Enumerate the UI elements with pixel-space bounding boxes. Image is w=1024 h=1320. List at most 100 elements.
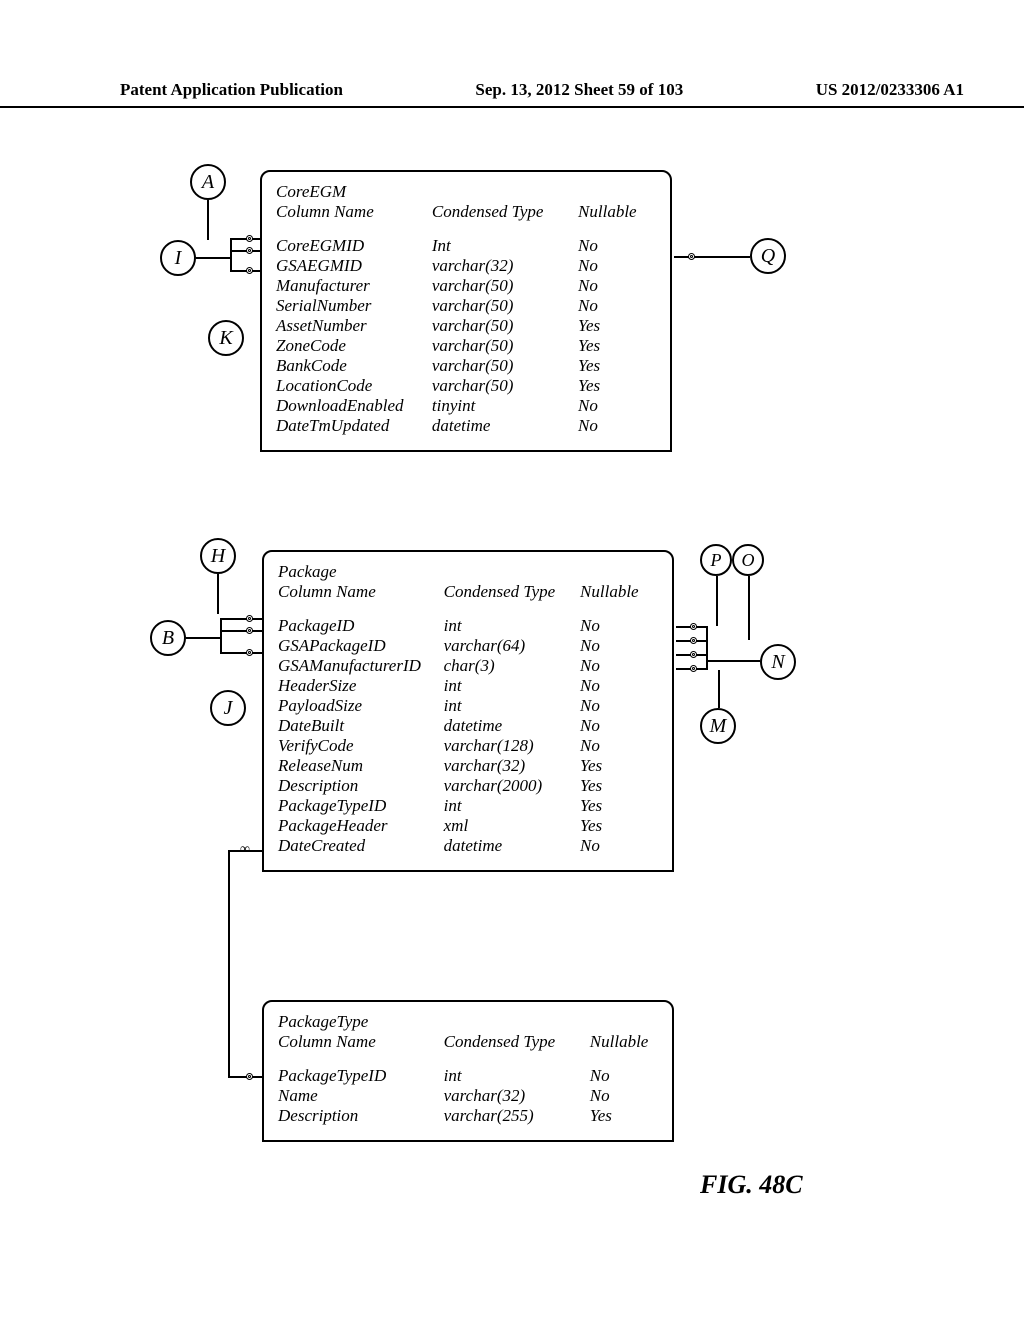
figure-area: CoreEGM Column Name Condensed Type Nulla…: [0, 150, 1024, 1200]
column-header-nullable: Nullable: [580, 582, 658, 602]
connector-line: [220, 652, 262, 654]
connector-line: [228, 1076, 262, 1078]
cell-name: PackageTypeID: [278, 1066, 444, 1086]
table-row: BankCodevarchar(50)Yes: [276, 356, 656, 376]
connector-bubble-k: K: [208, 320, 244, 356]
cell-type: tinyint: [432, 396, 578, 416]
connector-line: [228, 850, 230, 1078]
cell-null: Yes: [578, 356, 656, 376]
cell-type: varchar(32): [432, 256, 578, 276]
key-icon: [246, 235, 253, 242]
table-title: CoreEGM: [276, 182, 436, 202]
cell-name: PackageTypeID: [278, 796, 444, 816]
table-row: PackageHeaderxmlYes: [278, 816, 658, 836]
cell-null: No: [590, 1066, 658, 1086]
connector-bubble-i: I: [160, 240, 196, 276]
connector-line: [220, 618, 222, 654]
connector-bubble-q: Q: [750, 238, 786, 274]
cell-name: ZoneCode: [276, 336, 432, 356]
cell-null: Yes: [580, 776, 658, 796]
cell-null: Yes: [580, 816, 658, 836]
cell-type: int: [444, 1066, 590, 1086]
cell-type: varchar(50): [432, 376, 578, 396]
cell-name: VerifyCode: [278, 736, 444, 756]
table-row: GSAEGMIDvarchar(32)No: [276, 256, 656, 276]
table-row: GSAManufacturerIDchar(3)No: [278, 656, 658, 676]
key-icon: [690, 665, 697, 672]
connector-line: [748, 576, 750, 640]
table-row: Descriptionvarchar(255)Yes: [278, 1106, 658, 1126]
cell-name: GSAManufacturerID: [278, 656, 444, 676]
key-icon: [690, 623, 697, 630]
connector-line: [207, 200, 209, 240]
table-row: Descriptionvarchar(2000)Yes: [278, 776, 658, 796]
cell-type: datetime: [444, 836, 580, 856]
cell-null: Yes: [580, 756, 658, 776]
cell-null: No: [578, 236, 656, 256]
connector-line: [716, 576, 718, 626]
key-icon: [246, 1073, 253, 1080]
column-header-nullable: Nullable: [590, 1032, 658, 1052]
table-row: ReleaseNumvarchar(32)Yes: [278, 756, 658, 776]
connector-bubble-n: N: [760, 644, 796, 680]
page-header: Patent Application Publication Sep. 13, …: [0, 80, 1024, 108]
figure-label: FIG. 48C: [700, 1170, 803, 1200]
cell-name: Manufacturer: [276, 276, 432, 296]
table-row: GSAPackageIDvarchar(64)No: [278, 636, 658, 656]
cell-name: Name: [278, 1086, 444, 1106]
column-header-nullable: Nullable: [578, 202, 656, 222]
table-row: AssetNumbervarchar(50)Yes: [276, 316, 656, 336]
cell-name: PackageHeader: [278, 816, 444, 836]
cell-type: varchar(50): [432, 276, 578, 296]
cell-type: int: [444, 676, 580, 696]
cell-name: SerialNumber: [276, 296, 432, 316]
table-row: DateCreateddatetimeNo: [278, 836, 658, 856]
cell-type: int: [444, 696, 580, 716]
connector-bubble-p: P: [700, 544, 732, 576]
cell-type: varchar(50): [432, 296, 578, 316]
cell-name: PayloadSize: [278, 696, 444, 716]
cell-name: HeaderSize: [278, 676, 444, 696]
cell-name: ReleaseNum: [278, 756, 444, 776]
cell-null: No: [580, 716, 658, 736]
key-icon: [246, 627, 253, 634]
cell-type: varchar(32): [444, 1086, 590, 1106]
cell-type: varchar(255): [444, 1106, 590, 1126]
cell-name: PackageID: [278, 616, 444, 636]
connector-bubble-o: O: [732, 544, 764, 576]
cell-name: GSAPackageID: [278, 636, 444, 656]
cell-type: varchar(50): [432, 356, 578, 376]
column-header-name: Column Name: [278, 582, 444, 602]
cell-name: DownloadEnabled: [276, 396, 432, 416]
cell-null: Yes: [590, 1106, 658, 1126]
connector-bubble-j: J: [210, 690, 246, 726]
table-row: DateTmUpdateddatetimeNo: [276, 416, 656, 436]
cell-name: Description: [278, 776, 444, 796]
cell-null: Yes: [578, 336, 656, 356]
connector-line: [230, 238, 260, 240]
cell-type: varchar(50): [432, 336, 578, 356]
cell-name: Description: [278, 1106, 444, 1126]
cell-type: datetime: [444, 716, 580, 736]
column-header-type: Condensed Type: [444, 1032, 590, 1052]
key-icon: [690, 637, 697, 644]
key-icon: [246, 649, 253, 656]
cell-null: No: [578, 276, 656, 296]
cell-null: No: [580, 696, 658, 716]
column-header-type: Condensed Type: [444, 582, 580, 602]
header-center: Sep. 13, 2012 Sheet 59 of 103: [475, 80, 683, 100]
cell-type: Int: [432, 236, 578, 256]
connector-bubble-b: B: [150, 620, 186, 656]
connector-line: [217, 574, 219, 614]
key-icon: [690, 651, 697, 658]
cell-null: Yes: [578, 376, 656, 396]
table-package-type: PackageType Column Name Condensed Type N…: [262, 1000, 674, 1142]
cell-null: No: [580, 616, 658, 636]
cell-null: Yes: [578, 316, 656, 336]
connector-line: [706, 626, 708, 670]
cell-null: No: [578, 296, 656, 316]
cell-name: DateCreated: [278, 836, 444, 856]
table-row: DownloadEnabledtinyintNo: [276, 396, 656, 416]
cell-null: No: [578, 396, 656, 416]
table-row: PackageTypeIDintYes: [278, 796, 658, 816]
